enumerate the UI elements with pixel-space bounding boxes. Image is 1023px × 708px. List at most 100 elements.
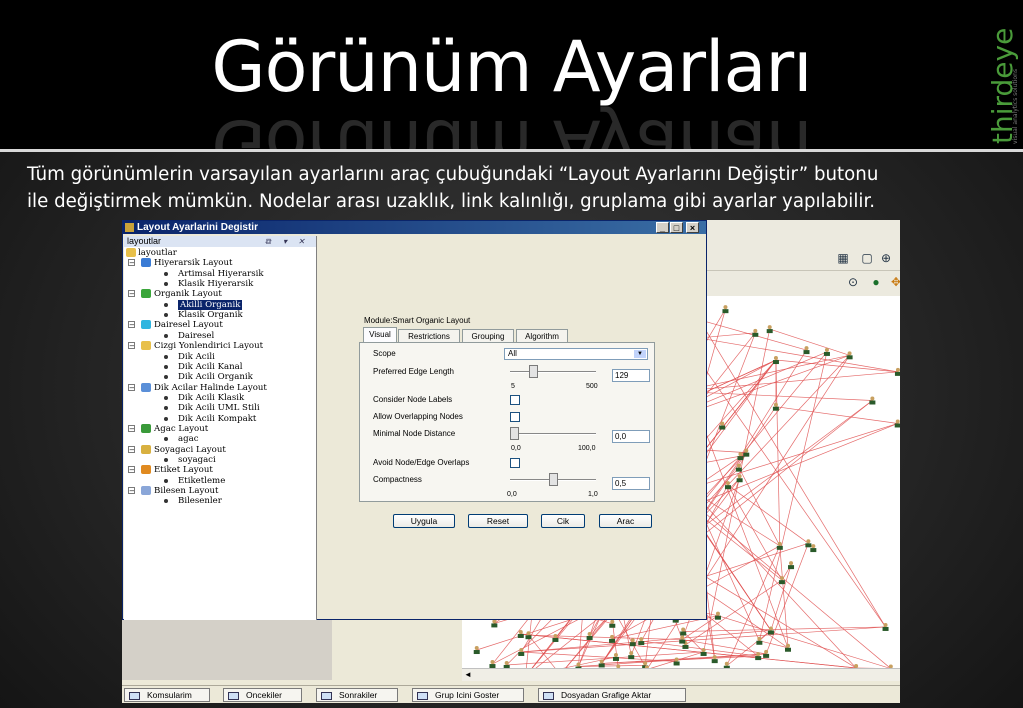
collapse-toggle-icon[interactable]: − [128,487,135,495]
collapse-toggle-icon[interactable]: − [128,290,135,298]
edge-length-thumb[interactable] [529,365,539,378]
person-node-icon[interactable] [772,356,779,365]
min-distance-thumb[interactable] [510,427,519,440]
node-labels-checkbox[interactable] [510,395,520,405]
graph-edge [727,484,783,581]
panel-close-icon[interactable]: ✕ [298,236,305,247]
tree-panel-title: layoutlar [127,236,162,246]
person-node-icon[interactable] [869,396,876,405]
next-label: Sonrakiler [339,690,378,700]
tab-visual[interactable]: Visual [363,327,397,343]
globe-icon[interactable]: ● [868,274,884,290]
bullet-icon [164,437,168,442]
bullet-icon [164,478,168,483]
person-node-icon[interactable] [612,652,619,661]
collapse-toggle-icon[interactable]: − [128,466,135,474]
min-distance-slider[interactable] [510,427,596,443]
person-node-icon[interactable] [772,402,779,411]
hierarchy-icon [141,258,151,268]
tree-panel-header: layoutlar ⧉ ▾ ✕ [124,236,316,247]
bullet-icon [164,333,168,338]
person-node-icon[interactable] [755,652,762,661]
link-icon[interactable]: ⊙ [845,274,861,290]
tree-icon [141,423,151,433]
bullet-icon [164,364,168,369]
collapse-toggle-icon[interactable]: − [128,342,135,350]
person-node-icon[interactable] [803,346,810,355]
collapse-toggle-icon[interactable]: − [128,424,135,432]
person-node-icon[interactable] [788,561,795,570]
apply-button[interactable]: Uygula [393,514,455,528]
graph-edge [697,512,783,581]
person-node-icon[interactable] [823,347,830,356]
tree-item-label: Etiket Layout [154,465,213,476]
graph-edge [521,651,677,662]
person-node-icon[interactable] [628,651,635,660]
edge-length-field[interactable]: 129 [612,369,650,382]
previous-button[interactable]: Oncekiler [223,688,302,702]
compactness-thumb[interactable] [548,473,558,486]
graph-horizontal-scrollbar[interactable]: ◄ [462,668,900,681]
collapse-toggle-icon[interactable]: − [128,445,135,453]
graph-edge [740,349,807,457]
zoom-in-icon[interactable]: ⊕ [878,250,894,266]
person-node-icon[interactable] [805,539,812,548]
compactness-field[interactable]: 0,5 [612,477,650,490]
neighbors-button[interactable]: Komsularim [124,688,210,702]
grid-icon[interactable]: ▦ [835,250,851,266]
collapse-toggle-icon[interactable]: − [128,259,135,267]
min-distance-field[interactable]: 0,0 [612,430,650,443]
zoom-window-icon[interactable]: ▢ [859,250,875,266]
minimize-button[interactable]: _ [656,222,669,233]
graph-edge [775,360,781,546]
maximize-button[interactable]: □ [670,222,683,233]
graph-edge [727,484,809,544]
dialog-titlebar[interactable]: Layout Ayarlarini Degistir _ □ × [123,221,706,234]
show-in-group-button[interactable]: Grup Icini Goster [412,688,524,702]
scroll-left-icon[interactable]: ◄ [464,669,472,680]
chevron-down-icon[interactable]: ▼ [634,350,646,358]
compactness-min: 0,0 [507,491,517,498]
tab-grouping[interactable]: Grouping [462,329,514,342]
window-icon [129,692,140,700]
person-node-icon[interactable] [714,611,721,620]
overlap-checkbox[interactable] [510,412,520,422]
tree-item-label: Dairesel Layout [154,320,223,331]
edge-length-slider[interactable] [510,365,596,381]
close-button[interactable]: × [686,222,699,233]
person-node-icon[interactable] [894,419,900,428]
avoid-overlap-checkbox[interactable] [510,458,520,468]
compactness-slider[interactable] [510,473,596,489]
edge-length-track [510,371,596,373]
tree-item-label: Artimsal Hiyerarsik [178,268,264,279]
person-node-icon[interactable] [473,646,480,655]
person-node-icon[interactable] [680,627,687,636]
person-node-icon[interactable] [629,638,636,647]
person-node-icon[interactable] [722,305,729,314]
previous-label: Oncekiler [246,690,282,700]
module-label: Module:Smart Organic Layout [364,316,471,325]
person-node-icon[interactable] [785,643,792,652]
import-file-button[interactable]: Dosyadan Grafige Aktar [538,688,686,702]
person-node-icon[interactable] [491,619,498,628]
panel-pin-icon[interactable]: ▾ [283,236,287,247]
search-button[interactable]: Arac [599,514,652,528]
next-button[interactable]: Sonrakiler [316,688,398,702]
tab-restrictions[interactable]: Restrictions [398,329,460,342]
person-node-icon[interactable] [846,351,853,360]
person-node-icon[interactable] [609,619,616,628]
reset-button[interactable]: Reset [468,514,528,528]
person-node-icon[interactable] [586,631,593,640]
person-node-icon[interactable] [766,325,773,334]
scope-select[interactable]: All ▼ [504,348,648,360]
person-node-icon[interactable] [894,367,900,376]
move-icon[interactable]: ✥ [888,274,900,290]
tree-item-label: Akilli Organik [178,299,243,310]
collapse-toggle-icon[interactable]: − [128,383,135,391]
person-node-icon[interactable] [679,635,686,644]
collapse-toggle-icon[interactable]: − [128,321,135,329]
panel-restore-icon[interactable]: ⧉ [265,236,271,247]
person-node-icon[interactable] [711,655,718,664]
exit-button[interactable]: Cik [541,514,585,528]
tab-algorithm[interactable]: Algorithm [516,329,568,342]
